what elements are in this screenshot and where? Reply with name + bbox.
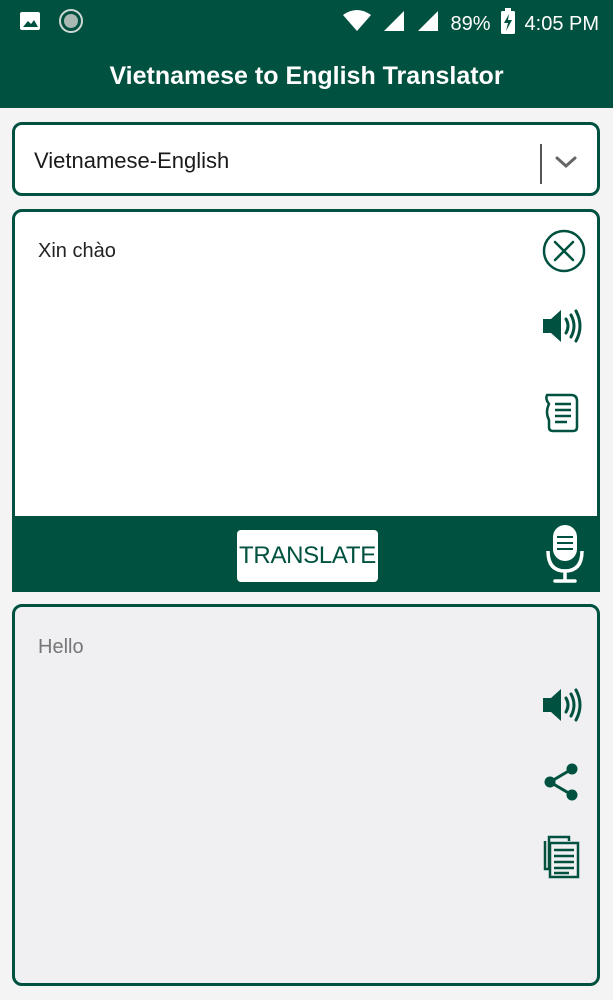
selector-divider — [540, 144, 542, 184]
copy-icon[interactable] — [541, 835, 581, 884]
speaker-icon[interactable] — [541, 306, 585, 351]
status-bar: 89% 4:05 PM — [0, 0, 613, 42]
signal-icon — [382, 9, 406, 39]
battery-charging-icon — [500, 8, 515, 40]
input-text[interactable]: Xin chào — [38, 240, 116, 263]
language-selector[interactable]: Vietnamese-English — [12, 122, 600, 196]
translate-button[interactable]: TRANSLATE — [237, 530, 378, 582]
image-icon — [18, 9, 42, 38]
status-time: 4:05 PM — [524, 13, 599, 35]
output-text: Hello — [38, 636, 84, 658]
speaker-icon[interactable] — [541, 685, 585, 730]
chevron-down-icon[interactable] — [555, 155, 577, 174]
app-title: Vietnamese to English Translator — [109, 62, 504, 90]
share-icon[interactable] — [541, 762, 581, 807]
wifi-icon — [342, 9, 372, 39]
translate-bar: TRANSLATE — [15, 516, 597, 589]
battery-percent: 89% — [450, 13, 491, 35]
clear-icon[interactable] — [541, 228, 587, 279]
signal-icon — [416, 9, 440, 39]
input-card: Xin chào TRANSLATE — [12, 209, 600, 592]
app-icon — [58, 8, 84, 39]
language-selector-value: Vietnamese-English — [34, 148, 230, 173]
app-bar: 89% 4:05 PM Vietnamese to English Transl… — [0, 0, 613, 108]
dictionary-icon[interactable] — [541, 390, 585, 439]
output-card: Hello — [12, 604, 600, 986]
microphone-icon[interactable] — [543, 521, 587, 589]
